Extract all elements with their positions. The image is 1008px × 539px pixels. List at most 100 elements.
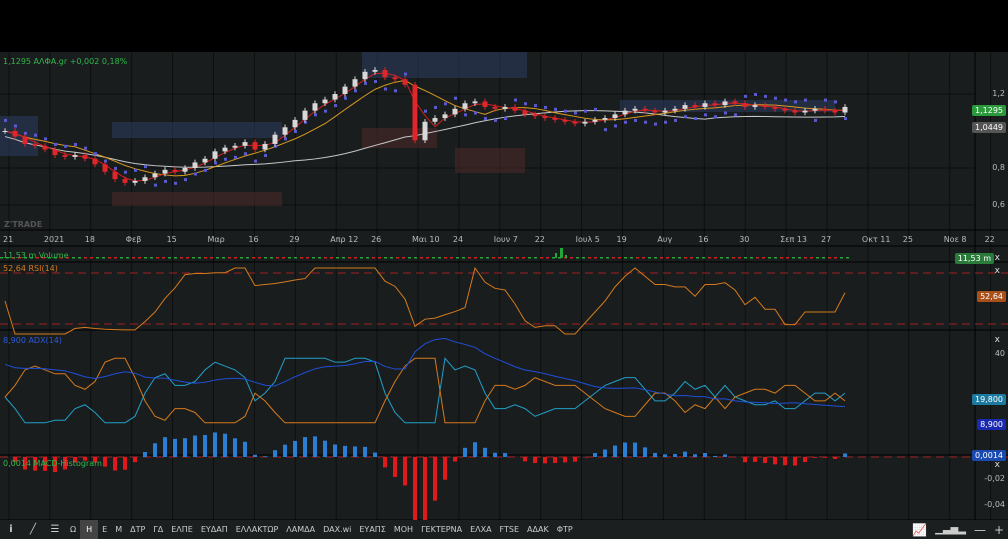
candle-body xyxy=(832,110,838,113)
chart-type-icon[interactable]: 📈 xyxy=(912,523,927,537)
tab-1[interactable]: Η xyxy=(80,520,99,539)
macd-bar xyxy=(243,441,247,457)
tab-15[interactable]: FTSE xyxy=(496,520,523,539)
date-tick: 26 xyxy=(371,235,382,244)
volume-dot xyxy=(108,257,111,259)
candle-body xyxy=(552,118,558,120)
volume-dot xyxy=(522,257,525,259)
tab-7[interactable]: ΕΥΔΑΠ xyxy=(197,520,232,539)
volume-dot xyxy=(654,257,657,259)
macd-bar xyxy=(783,457,787,466)
tab-3[interactable]: Μ xyxy=(111,520,126,539)
tab-13[interactable]: ΓΕΚΤΕΡΝΑ xyxy=(417,520,466,539)
volume-dot xyxy=(468,257,471,259)
watermark-logo: Z'TRADE xyxy=(4,220,43,229)
volume-dot xyxy=(588,257,591,259)
tab-11[interactable]: ΕΥΑΠΣ xyxy=(355,520,389,539)
candle-body xyxy=(442,114,448,119)
rsi-label: 52,64 RSI(14) xyxy=(3,264,58,273)
tab-10[interactable]: DAX.wi xyxy=(319,520,355,539)
zoom-out-button[interactable]: — xyxy=(974,523,986,537)
candle-body xyxy=(692,105,698,107)
volume-dot xyxy=(492,257,495,259)
volume-dot xyxy=(450,257,453,259)
sar-dot xyxy=(444,102,447,106)
chart-area[interactable]: 1,1295 ΑΛΦΑ.gr +0,002 0,18% Z'TRADE 1,2 … xyxy=(0,52,1008,538)
adx-close-button[interactable]: x xyxy=(995,335,1000,345)
macd-close-button[interactable]: x xyxy=(995,460,1000,470)
date-tick: 2021 xyxy=(43,235,65,244)
volume-dot xyxy=(666,257,669,259)
candle-body xyxy=(392,77,398,80)
date-tick: 19 xyxy=(616,235,627,244)
volume-dot xyxy=(114,257,117,259)
candle-body xyxy=(822,108,828,111)
tab-8[interactable]: ΕΛΛΑΚΤΩΡ xyxy=(232,520,283,539)
date-tick: Απρ 12 xyxy=(330,235,359,244)
tab-14[interactable]: ΕΛΧΑ xyxy=(466,520,495,539)
candle-body xyxy=(312,103,318,111)
volume-dot xyxy=(696,257,699,259)
candle-body xyxy=(382,69,388,78)
tab-5[interactable]: ΓΔ xyxy=(149,520,167,539)
macd-bar xyxy=(743,457,747,463)
macd-bar xyxy=(663,454,667,457)
sar-dot xyxy=(744,94,747,98)
zoom-in-button[interactable]: + xyxy=(994,523,1004,537)
tab-12[interactable]: ΜΟΗ xyxy=(390,520,417,539)
macd-bar xyxy=(533,457,537,464)
horizontal-lines-icon[interactable]: ☰ xyxy=(44,520,66,539)
macd-bar xyxy=(673,454,677,457)
volume-dot xyxy=(306,257,309,259)
volume-close-button[interactable]: x xyxy=(995,253,1000,263)
chart-canvas[interactable] xyxy=(0,52,1008,538)
sar-dot xyxy=(514,98,517,102)
macd-bar xyxy=(563,457,567,463)
candle-body xyxy=(32,143,38,146)
candle-body xyxy=(112,171,118,180)
macd-bar xyxy=(503,453,507,457)
candle-body xyxy=(322,99,328,104)
last-price-tag: 1,1295 xyxy=(972,105,1006,116)
tab-6[interactable]: ΕΛΠΕ xyxy=(167,520,197,539)
sar-dot xyxy=(84,146,87,150)
rsi-close-button[interactable]: x xyxy=(995,266,1000,276)
candle-body xyxy=(282,127,288,135)
volume-dot xyxy=(336,257,339,259)
candle-body xyxy=(702,103,708,107)
tab-4[interactable]: ΔΤΡ xyxy=(126,520,149,539)
sar-dot xyxy=(594,107,597,111)
volume-dot xyxy=(264,257,267,259)
candle-body xyxy=(622,110,628,115)
volume-dot xyxy=(660,257,663,259)
candle-body xyxy=(642,108,648,111)
volume-dot xyxy=(594,257,597,259)
candle-body xyxy=(292,119,298,128)
sar-dot xyxy=(774,96,777,100)
candle-body xyxy=(142,177,148,181)
macd-bar xyxy=(333,444,337,457)
volume-dot xyxy=(540,257,543,259)
tab-9[interactable]: ΛΑΜΔΑ xyxy=(282,520,319,539)
info-icon[interactable]: i xyxy=(0,520,22,539)
sar-dot xyxy=(224,157,227,161)
sar-dot xyxy=(614,124,617,128)
macd-bar xyxy=(643,447,647,457)
draw-line-icon[interactable]: ╱ xyxy=(22,520,44,539)
candle-body xyxy=(682,105,688,109)
bar-chart-icon[interactable]: ▁▃▅▂ xyxy=(935,524,966,535)
tab-17[interactable]: ΦΤΡ xyxy=(553,520,577,539)
tab-16[interactable]: ΑΔΑΚ xyxy=(523,520,553,539)
tab-0[interactable]: Ω xyxy=(66,520,80,539)
tab-2[interactable]: Ε xyxy=(98,520,111,539)
volume-dot xyxy=(618,257,621,259)
candle-body xyxy=(222,147,228,152)
macd-bar xyxy=(393,457,397,477)
sar-dot xyxy=(364,81,367,85)
candle-body xyxy=(562,119,568,122)
candle-body xyxy=(582,121,588,124)
ma-value-tag: 1,0449 xyxy=(972,122,1006,133)
date-tick: 22 xyxy=(984,235,995,244)
top-blank xyxy=(0,0,1008,52)
sar-dot xyxy=(634,118,637,122)
